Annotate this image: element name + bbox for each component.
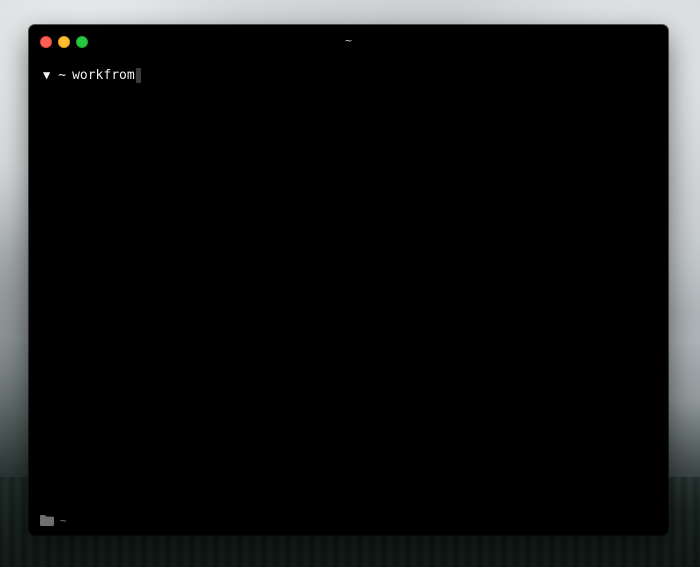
status-bar: ~ [40,513,67,527]
prompt-cwd: ~ [58,67,67,83]
title-bar[interactable]: ~ [29,25,668,59]
terminal-window[interactable]: ~ ▼ ~ workfrom ~ [29,25,668,535]
window-title: ~ [345,34,352,47]
prompt-symbol: ▼ [43,68,51,82]
text-cursor [135,67,141,83]
command-input-text[interactable]: workfrom [72,68,135,83]
folder-icon [40,514,54,526]
terminal-prompt-line[interactable]: ▼ ~ workfrom [43,66,141,84]
status-path: ~ [60,513,67,527]
